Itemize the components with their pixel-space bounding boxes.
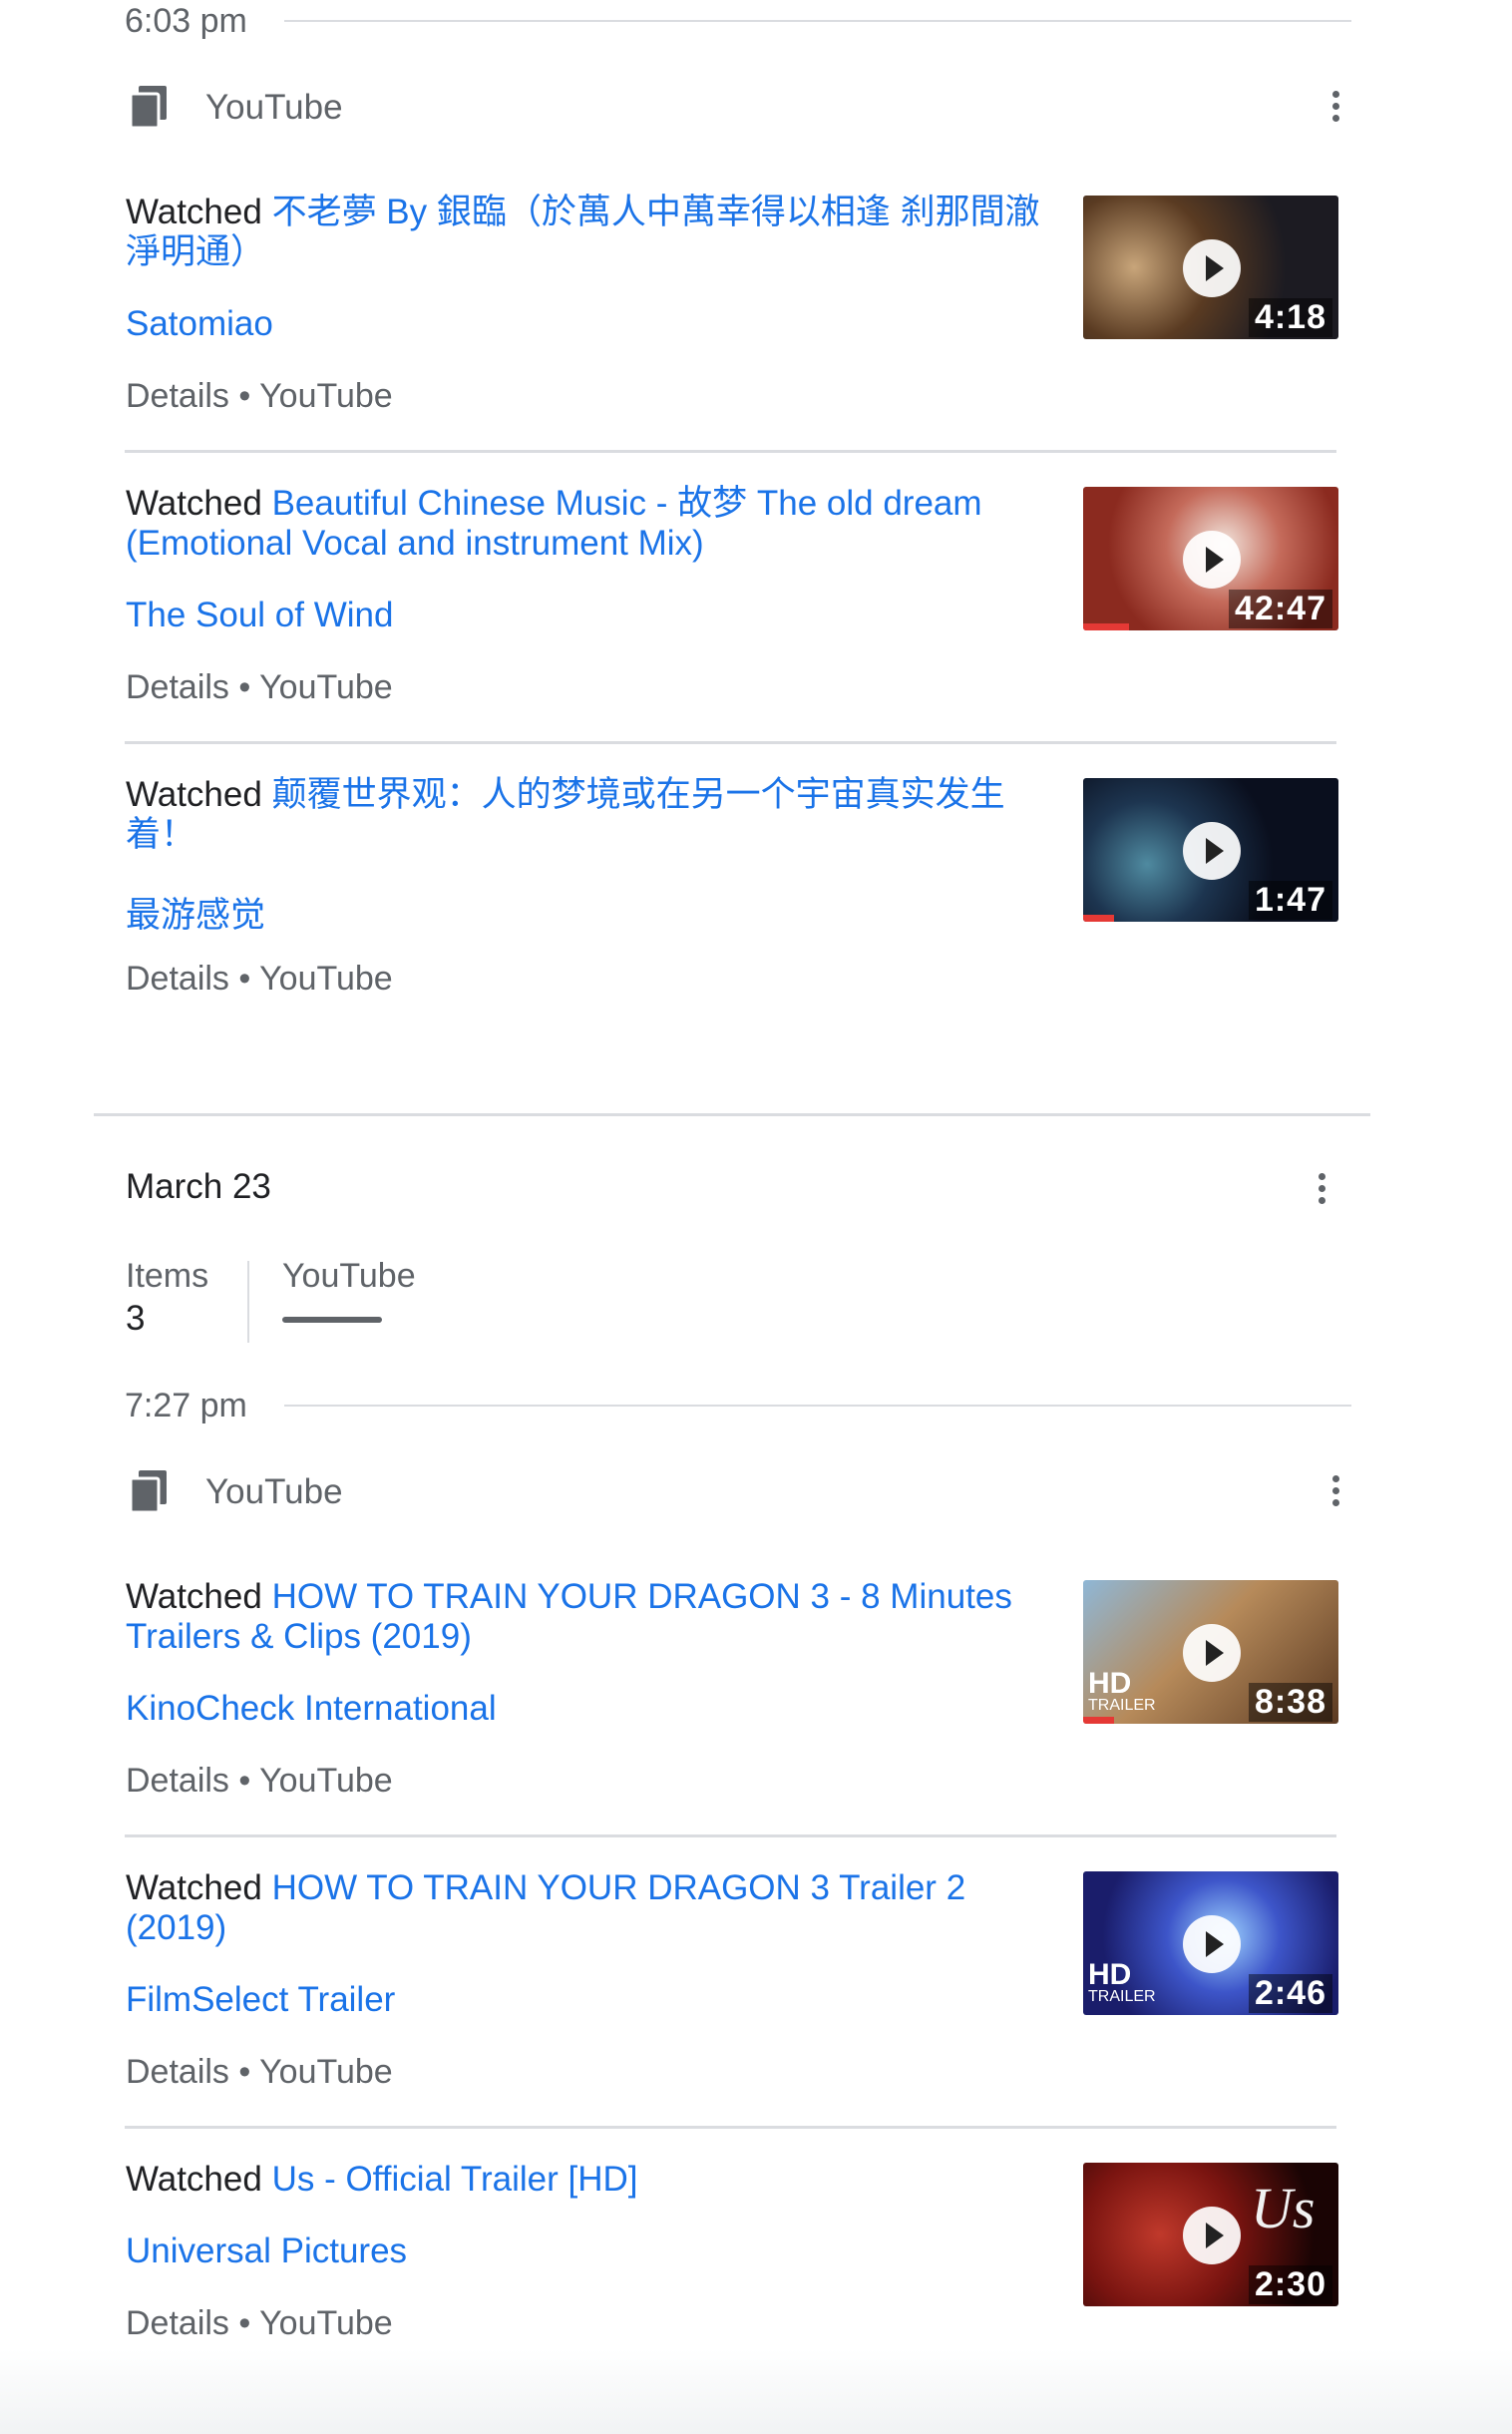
tab-underline <box>282 1317 382 1323</box>
video-thumbnail[interactable]: 1:47 <box>1083 778 1338 922</box>
more-vert-icon[interactable] <box>1312 1170 1331 1210</box>
play-icon <box>1183 239 1241 297</box>
video-thumbnail[interactable]: HD TRAILER 2:46 <box>1083 1871 1338 2015</box>
youtube-product-icon <box>129 86 167 130</box>
time-divider <box>284 20 1351 22</box>
trailer-badge-text: TRAILER <box>1088 1697 1156 1714</box>
channel-link[interactable]: 最游感觉 <box>126 887 265 938</box>
play-icon <box>1183 1915 1241 1973</box>
duration-label: 1:47 <box>1248 881 1332 920</box>
duration-label: 4:18 <box>1248 298 1332 337</box>
watched-prefix: Watched <box>126 775 262 814</box>
video-thumbnail[interactable]: 4:18 <box>1083 196 1338 339</box>
watched-prefix: Watched <box>126 484 262 523</box>
item-title: Watched HOW TO TRAIN YOUR DRAGON 3 Trail… <box>126 1868 1053 1948</box>
item-title: Watched 不老夢 By 銀臨（於萬人中萬幸得以相逢 刹那間澈淨明通） <box>126 193 1053 272</box>
duration-label: 2:30 <box>1248 2265 1332 2304</box>
activity-item: Watched HOW TO TRAIN YOUR DRAGON 3 - 8 M… <box>125 1577 1338 1837</box>
item-separator <box>125 1834 1336 1837</box>
duration-label: 42:47 <box>1229 590 1332 628</box>
watch-progress-bar <box>1083 915 1114 922</box>
item-title: Watched Beautiful Chinese Music - 故梦 The… <box>126 484 1053 564</box>
item-title: Watched 颠覆世界观：人的梦境或在另一个宇宙真实发生着！ <box>126 775 1053 855</box>
product-name: YouTube <box>205 1472 343 1511</box>
thumbnail-us-text: Us <box>1251 2176 1316 2240</box>
details-link[interactable]: Details • YouTube <box>126 2304 393 2343</box>
item-separator <box>125 450 1336 453</box>
channel-link[interactable]: Satomiao <box>126 304 273 344</box>
video-thumbnail[interactable]: Us 2:30 <box>1083 2163 1338 2306</box>
time-divider <box>284 1405 1351 1407</box>
day-stats: Items 3 YouTube <box>126 1257 624 1347</box>
day-divider <box>94 1113 1370 1116</box>
play-icon <box>1183 822 1241 880</box>
activity-item: Watched 颠覆世界观：人的梦境或在另一个宇宙真实发生着！ 最游感觉 Det… <box>125 775 1338 1014</box>
details-link[interactable]: Details • YouTube <box>126 668 393 707</box>
play-icon <box>1183 2207 1241 2264</box>
items-label: Items <box>126 1257 209 1295</box>
hd-badge-text: HD <box>1088 1667 1132 1700</box>
video-link[interactable]: Us - Official Trailer [HD] <box>272 2160 638 2199</box>
channel-link[interactable]: Universal Pictures <box>126 2231 407 2271</box>
watch-progress-bar <box>1083 1717 1114 1724</box>
activity-item: Watched Us - Official Trailer [HD] Unive… <box>125 2160 1338 2359</box>
play-icon <box>1183 531 1241 589</box>
tab-youtube[interactable]: YouTube <box>282 1257 416 1296</box>
video-thumbnail[interactable]: HD TRAILER 8:38 <box>1083 1580 1338 1724</box>
channel-link[interactable]: KinoCheck International <box>126 1689 497 1729</box>
video-link[interactable]: 不老夢 By 銀臨（於萬人中萬幸得以相逢 刹那間澈淨明通） <box>126 193 1040 271</box>
time-label: 6:03 pm <box>125 2 247 40</box>
details-link[interactable]: Details • YouTube <box>126 1762 393 1801</box>
time-header: 6:03 pm <box>125 0 1351 46</box>
play-icon <box>1183 1624 1241 1682</box>
activity-item: Watched 不老夢 By 銀臨（於萬人中萬幸得以相逢 刹那間澈淨明通） Sa… <box>125 193 1338 453</box>
hd-trailer-badge: HD TRAILER <box>1088 1958 1156 2005</box>
time-label: 7:27 pm <box>125 1387 247 1424</box>
watched-prefix: Watched <box>126 1868 262 1907</box>
hd-badge-text: HD <box>1088 1958 1132 1991</box>
activity-item: Watched Beautiful Chinese Music - 故梦 The… <box>125 484 1338 744</box>
date-title: March 23 <box>126 1167 271 1206</box>
bottom-shade <box>0 2349 1512 2434</box>
duration-label: 2:46 <box>1248 1974 1332 2013</box>
hd-trailer-badge: HD TRAILER <box>1088 1667 1156 1714</box>
stats-divider <box>247 1261 249 1343</box>
channel-link[interactable]: The Soul of Wind <box>126 596 393 635</box>
details-link[interactable]: Details • YouTube <box>126 2053 393 2092</box>
item-title: Watched Us - Official Trailer [HD] <box>126 2160 1053 2200</box>
item-separator <box>125 741 1336 744</box>
time-header: 7:27 pm <box>125 1385 1351 1430</box>
item-separator <box>125 2126 1336 2129</box>
watch-progress-bar <box>1083 623 1130 630</box>
trailer-badge-text: TRAILER <box>1088 1988 1156 2005</box>
item-title: Watched HOW TO TRAIN YOUR DRAGON 3 - 8 M… <box>126 1577 1053 1657</box>
channel-link[interactable]: FilmSelect Trailer <box>126 1980 395 2020</box>
watched-prefix: Watched <box>126 2160 262 2199</box>
video-thumbnail[interactable]: 42:47 <box>1083 487 1338 630</box>
items-count: 3 <box>126 1299 146 1338</box>
product-row: YouTube <box>125 1462 1351 1522</box>
details-link[interactable]: Details • YouTube <box>126 377 393 416</box>
product-name: YouTube <box>205 88 343 127</box>
watched-prefix: Watched <box>126 193 262 231</box>
watched-prefix: Watched <box>126 1577 262 1616</box>
more-vert-icon[interactable] <box>1325 1472 1345 1512</box>
youtube-product-icon <box>129 1470 167 1514</box>
activity-item: Watched HOW TO TRAIN YOUR DRAGON 3 Trail… <box>125 1868 1338 2129</box>
product-row: YouTube <box>125 78 1351 138</box>
more-vert-icon[interactable] <box>1325 88 1345 128</box>
duration-label: 8:38 <box>1248 1683 1332 1722</box>
details-link[interactable]: Details • YouTube <box>126 960 393 999</box>
